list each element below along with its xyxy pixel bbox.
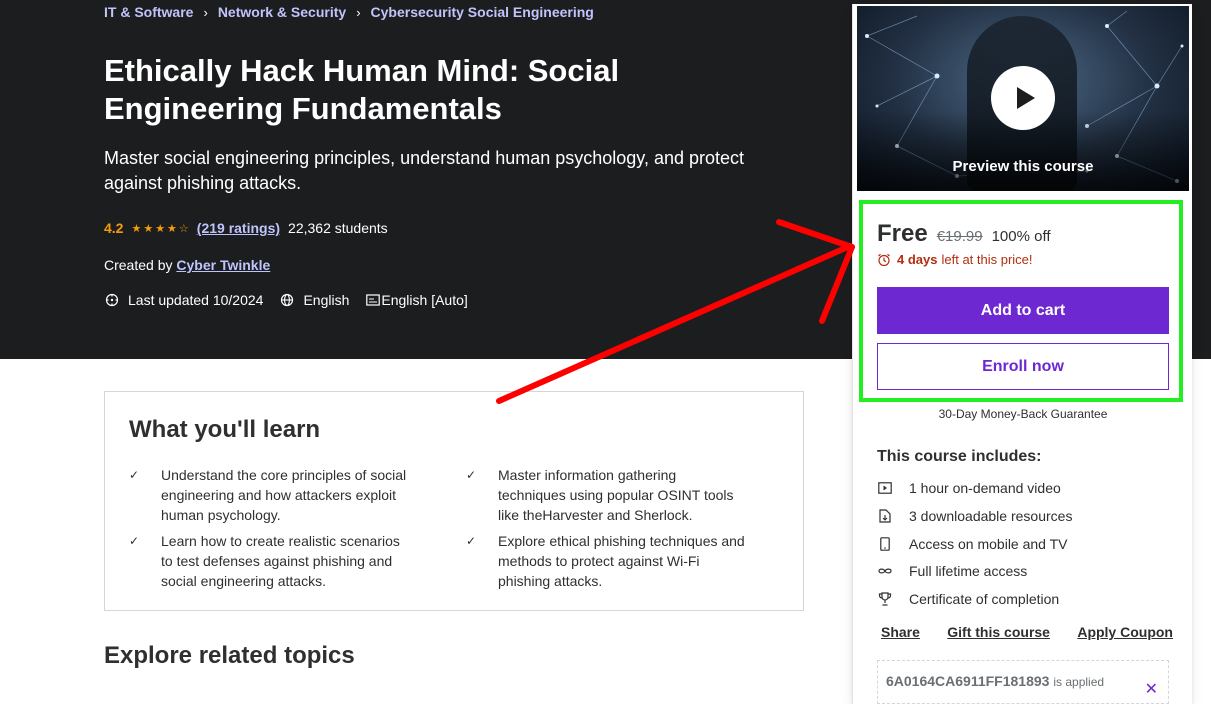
sidebar-actions: Share Gift this course Apply Coupon	[881, 624, 1173, 640]
breadcrumb-it-software[interactable]: IT & Software	[104, 4, 193, 20]
last-updated: Last updated 10/2024	[104, 292, 263, 308]
include-label: 3 downloadable resources	[909, 508, 1073, 524]
alarm-clock-icon	[878, 253, 890, 266]
enroll-now-button[interactable]: Enroll now	[877, 343, 1169, 390]
play-icon	[1016, 87, 1035, 109]
urgency-text: left at this price!	[941, 252, 1033, 267]
created-by-label: Created by	[104, 257, 173, 273]
applied-coupon: 6A0164CA6911FF181893 is applied ✕	[877, 660, 1169, 704]
globe-icon	[279, 292, 295, 308]
discount-percentage: 100% off	[991, 228, 1051, 245]
last-updated-text: Last updated 10/2024	[128, 292, 264, 308]
include-label: Access on mobile and TV	[909, 536, 1068, 552]
breadcrumb-network-security[interactable]: Network & Security	[218, 4, 346, 20]
check-icon: ✓	[129, 468, 140, 482]
related-topics-title: Explore related topics	[104, 642, 355, 669]
breadcrumb-cybersecurity-social-engineering[interactable]: Cybersecurity Social Engineering	[371, 4, 594, 20]
price-row: Free €19.99 100% off	[877, 220, 1051, 248]
course-meta: Last updated 10/2024 English English [Au…	[104, 292, 484, 308]
check-icon: ✓	[466, 468, 477, 482]
learn-item: ✓ Explore ethical phishing techniques an…	[466, 531, 746, 591]
course-preview[interactable]: Preview this course	[857, 6, 1189, 191]
course-title: Ethically Hack Human Mind: Social Engine…	[104, 53, 620, 126]
alert-clock-icon	[104, 292, 120, 308]
include-label: Certificate of completion	[909, 591, 1060, 607]
share-link[interactable]: Share	[881, 624, 920, 640]
mobile-icon	[877, 536, 893, 552]
urgency-days: 4 days	[897, 252, 938, 267]
learn-item-text: Learn how to create realistic scenarios …	[161, 533, 400, 589]
purchase-sidebar: Preview this course Free €19.99 100% off…	[852, 4, 1192, 704]
download-file-icon	[877, 508, 893, 524]
course-subtitle: Master social engineering principles, un…	[104, 148, 745, 193]
closed-captions-icon	[365, 292, 381, 308]
infinity-icon	[877, 563, 893, 579]
includes-title: This course includes:	[877, 448, 1042, 465]
include-item: 1 hour on-demand video	[877, 480, 1061, 496]
include-label: 1 hour on-demand video	[909, 480, 1061, 496]
students-count: 22,362 students	[288, 220, 388, 236]
check-icon: ✓	[466, 534, 477, 548]
include-item: Certificate of completion	[877, 591, 1059, 607]
current-price: Free	[877, 220, 928, 247]
chevron-right-icon: ›	[356, 4, 361, 20]
include-item: 3 downloadable resources	[877, 508, 1072, 524]
rating-value: 4.2	[104, 220, 124, 236]
remove-coupon-close-icon[interactable]: ✕	[1145, 679, 1158, 699]
coupon-code-text: 6A0164CA6911FF181893	[886, 673, 1050, 689]
language: English	[279, 292, 349, 308]
learn-item-text: Master information gathering techniques …	[498, 467, 734, 523]
apply-coupon-link[interactable]: Apply Coupon	[1077, 624, 1173, 640]
breadcrumb: IT & Software › Network & Security › Cyb…	[104, 4, 594, 20]
include-item: Access on mobile and TV	[877, 536, 1068, 552]
trophy-icon	[877, 591, 893, 607]
instructor-link[interactable]: Cyber Twinkle	[176, 257, 270, 273]
price-urgency: 4 days left at this price!	[877, 252, 1033, 267]
star-rating-icon: ★★★★☆	[131, 222, 191, 235]
learn-item-text: Explore ethical phishing techniques and …	[498, 533, 745, 589]
add-to-cart-button[interactable]: Add to cart	[877, 287, 1169, 334]
chevron-right-icon: ›	[203, 4, 208, 20]
ratings-count-link[interactable]: (219 ratings)	[197, 220, 280, 236]
learn-item-text: Understand the core principles of social…	[161, 467, 407, 523]
captions: English [Auto]	[365, 292, 468, 308]
video-icon	[877, 480, 893, 496]
learn-item: ✓ Learn how to create realistic scenario…	[129, 531, 409, 591]
original-price: €19.99	[936, 228, 983, 245]
coupon-code: 6A0164CA6911FF181893 is applied	[886, 673, 1104, 689]
rating-row: 4.2 ★★★★☆ (219 ratings) 22,362 students	[104, 220, 388, 236]
language-text: English	[303, 292, 350, 308]
check-icon: ✓	[129, 534, 140, 548]
include-label: Full lifetime access	[909, 563, 1028, 579]
play-button[interactable]	[991, 66, 1055, 130]
learn-item: ✓ Master information gathering technique…	[466, 465, 746, 525]
coupon-applied-text: is applied	[1053, 675, 1105, 689]
gift-course-link[interactable]: Gift this course	[947, 624, 1050, 640]
include-item: Full lifetime access	[877, 563, 1027, 579]
what-youll-learn: What you'll learn ✓ Understand the core …	[104, 391, 804, 611]
learn-title: What you'll learn	[129, 416, 321, 443]
learn-item: ✓ Understand the core principles of soci…	[129, 465, 409, 525]
captions-text: English [Auto]	[381, 292, 468, 308]
money-back-guarantee: 30-Day Money-Back Guarantee	[938, 407, 1108, 421]
preview-label[interactable]: Preview this course	[857, 158, 1189, 175]
created-by: Created by Cyber Twinkle	[104, 257, 270, 273]
